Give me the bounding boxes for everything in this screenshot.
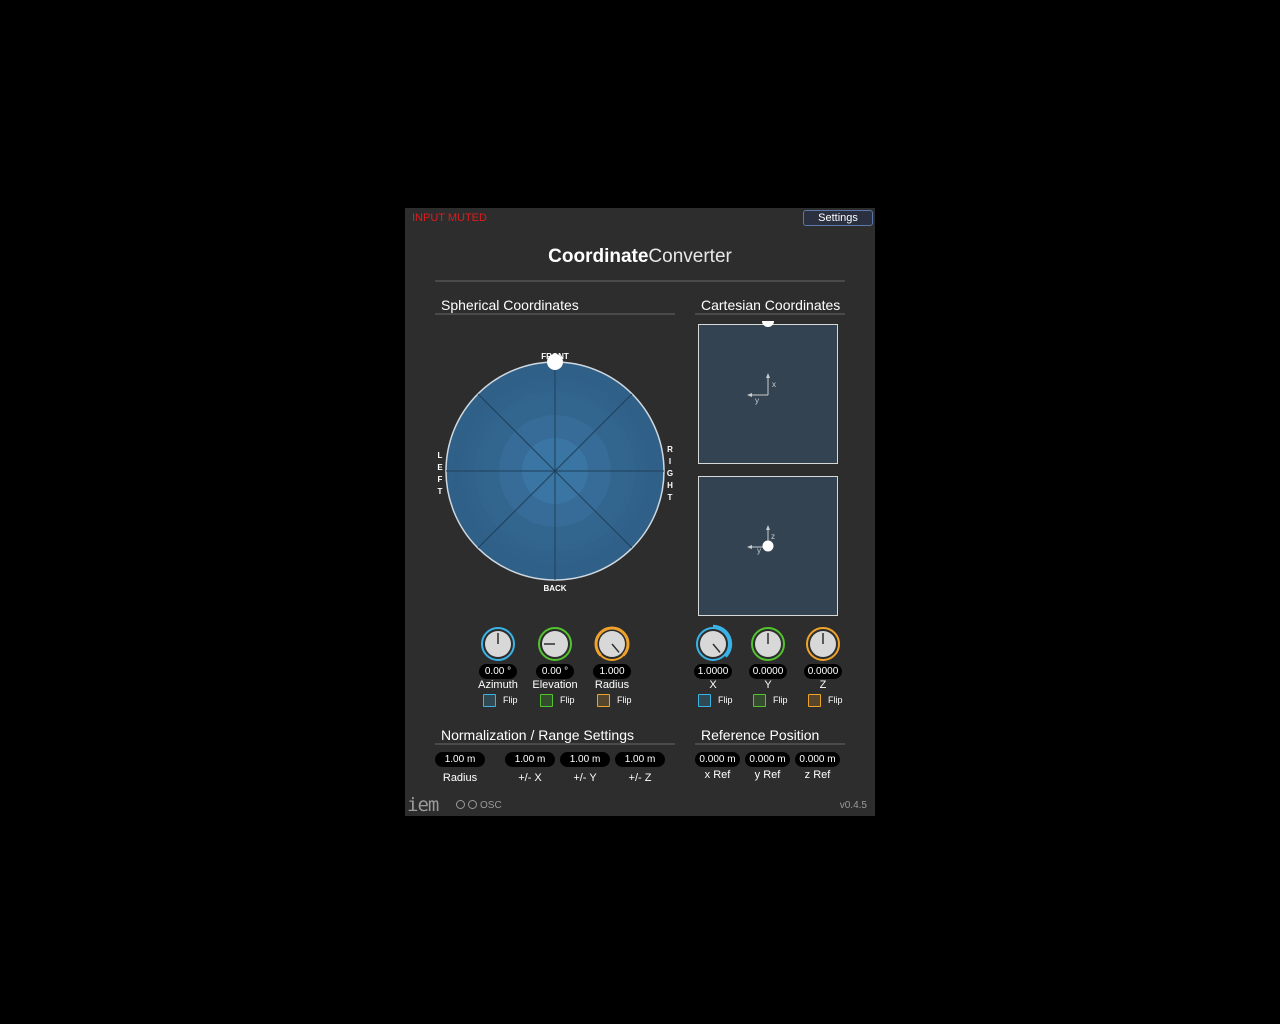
- x-label: X: [709, 679, 717, 691]
- reference-section-title: Reference Position: [701, 727, 820, 743]
- range-z-field[interactable]: 1.00 m: [615, 752, 665, 767]
- z-ref-label: z Ref: [804, 769, 831, 781]
- norm-radius-label: Radius: [442, 772, 478, 784]
- x-ref-field[interactable]: 0.000 m: [695, 752, 740, 767]
- x-flip-toggle[interactable]: Flip: [698, 694, 738, 708]
- radius-knob[interactable]: [592, 624, 632, 664]
- osc-receive-indicator-icon: [456, 800, 465, 809]
- osc-status[interactable]: OSC: [456, 800, 502, 811]
- y-axis-label: y: [757, 546, 761, 555]
- input-muted-warning: INPUT MUTED: [412, 212, 487, 224]
- elevation-label: Elevation: [532, 679, 578, 691]
- z-knob[interactable]: [803, 624, 843, 664]
- spherical-panner[interactable]: FRONT BACK LEFT RIGHT: [435, 348, 675, 598]
- range-z-label: +/- Z: [628, 772, 652, 784]
- radius-label: Radius: [594, 679, 630, 691]
- flip-checkbox[interactable]: [597, 694, 610, 707]
- zy-plane-panel[interactable]: z y: [698, 476, 838, 616]
- flip-label: Flip: [560, 695, 575, 705]
- xy-source-handle[interactable]: [761, 320, 775, 330]
- elevation-flip-toggle[interactable]: Flip: [540, 694, 580, 708]
- z-arrow-head: [766, 525, 770, 530]
- flip-checkbox[interactable]: [483, 694, 496, 707]
- title-bold: Coordinate: [548, 246, 649, 267]
- y-label: Y: [764, 679, 772, 691]
- flip-label: Flip: [718, 695, 733, 705]
- y-value[interactable]: 0.0000: [749, 664, 787, 679]
- y-axis-label: y: [755, 396, 759, 405]
- normalization-section-title: Normalization / Range Settings: [441, 727, 634, 743]
- settings-button[interactable]: Settings: [803, 210, 873, 226]
- y-arrow-head: [747, 545, 752, 549]
- z-ref-field[interactable]: 0.000 m: [795, 752, 840, 767]
- flip-label: Flip: [828, 695, 843, 705]
- radius-flip-toggle[interactable]: Flip: [597, 694, 637, 708]
- y-arrow-head: [747, 393, 752, 397]
- y-flip-toggle[interactable]: Flip: [753, 694, 793, 708]
- version-label: v0.4.5: [839, 800, 867, 811]
- cartesian-section-title: Cartesian Coordinates: [701, 297, 841, 313]
- osc-label: OSC: [480, 800, 502, 811]
- z-axis-label: z: [771, 532, 775, 541]
- plugin-title: CoordinateConverter: [405, 246, 875, 268]
- left-label: LEFT: [437, 451, 443, 496]
- title-divider: [435, 280, 845, 282]
- range-x-label: +/- X: [518, 772, 542, 784]
- z-flip-toggle[interactable]: Flip: [808, 694, 848, 708]
- flip-label: Flip: [617, 695, 632, 705]
- spherical-section-title: Spherical Coordinates: [441, 297, 579, 313]
- range-x-field[interactable]: 1.00 m: [505, 752, 555, 767]
- norm-radius-field[interactable]: 1.00 m: [435, 752, 485, 767]
- flip-label: Flip: [503, 695, 518, 705]
- y-ref-field[interactable]: 0.000 m: [745, 752, 790, 767]
- x-ref-label: x Ref: [704, 769, 731, 781]
- y-knob[interactable]: [748, 624, 788, 664]
- elevation-knob[interactable]: [535, 624, 575, 664]
- z-label: Z: [819, 679, 827, 691]
- azimuth-label: Azimuth: [478, 679, 518, 691]
- flip-checkbox[interactable]: [753, 694, 766, 707]
- normalization-divider: [435, 743, 675, 745]
- back-label: BACK: [543, 584, 566, 593]
- azimuth-value[interactable]: 0.00 °: [479, 664, 517, 679]
- elevation-value[interactable]: 0.00 °: [536, 664, 574, 679]
- reference-divider: [695, 743, 845, 745]
- z-value[interactable]: 0.0000: [804, 664, 842, 679]
- cartesian-divider: [695, 313, 845, 315]
- iem-logo: iem: [407, 794, 439, 816]
- source-handle[interactable]: [547, 354, 563, 370]
- flip-checkbox[interactable]: [698, 694, 711, 707]
- x-knob[interactable]: [693, 624, 733, 664]
- y-ref-label: y Ref: [754, 769, 781, 781]
- x-arrow-head: [766, 373, 770, 378]
- zy-source-handle[interactable]: [762, 540, 774, 552]
- flip-checkbox[interactable]: [540, 694, 553, 707]
- azimuth-knob[interactable]: [478, 624, 518, 664]
- range-y-label: +/- Y: [573, 772, 597, 784]
- xy-plane-panel[interactable]: x y: [698, 324, 838, 464]
- spherical-divider: [435, 313, 675, 315]
- title-light: Converter: [648, 246, 732, 267]
- azimuth-flip-toggle[interactable]: Flip: [483, 694, 523, 708]
- plugin-window: INPUT MUTED Settings CoordinateConverter…: [405, 208, 875, 816]
- flip-checkbox[interactable]: [808, 694, 821, 707]
- range-y-field[interactable]: 1.00 m: [560, 752, 610, 767]
- x-value[interactable]: 1.0000: [694, 664, 732, 679]
- osc-send-indicator-icon: [468, 800, 477, 809]
- x-axis-label: x: [772, 380, 776, 389]
- radius-value[interactable]: 1.000: [593, 664, 631, 679]
- flip-label: Flip: [773, 695, 788, 705]
- right-label: RIGHT: [667, 445, 673, 502]
